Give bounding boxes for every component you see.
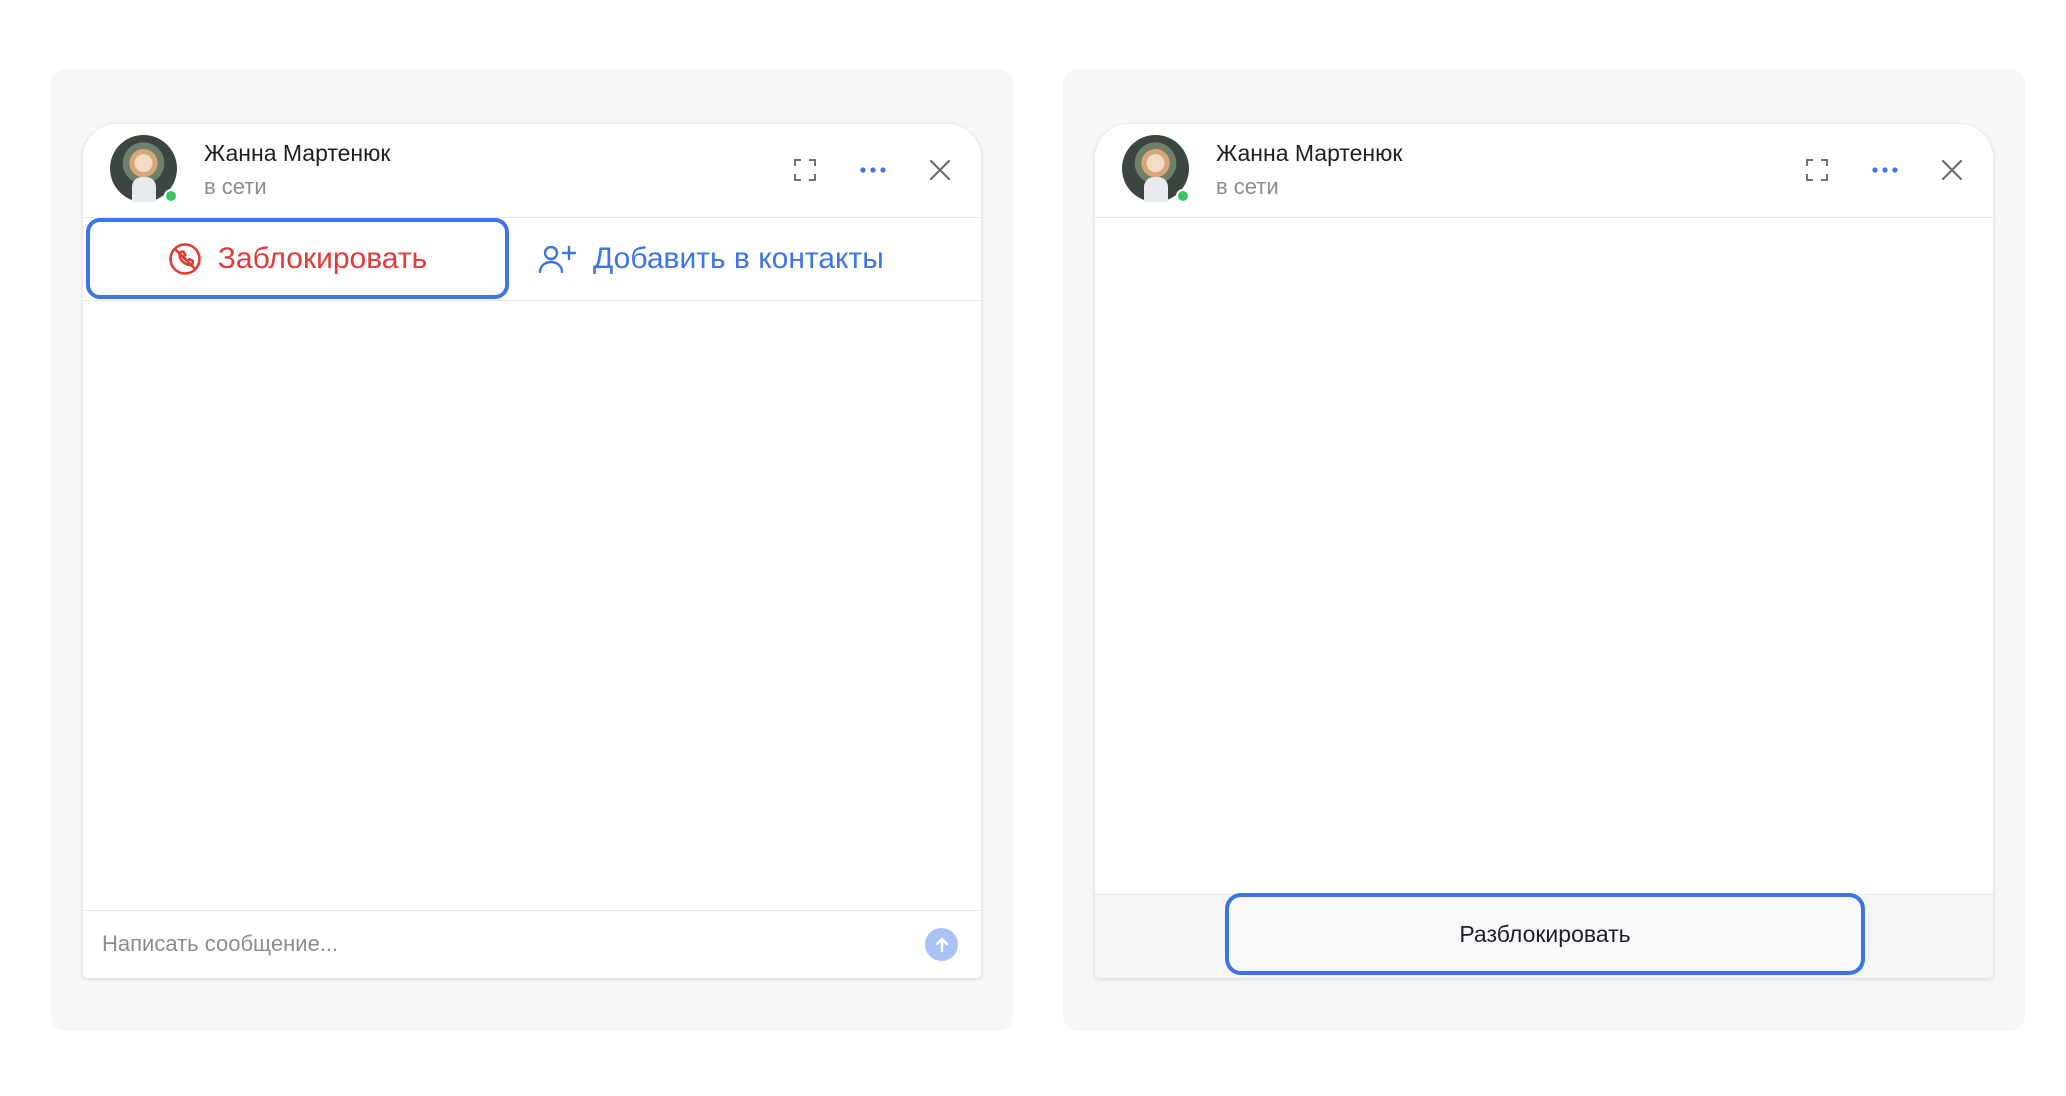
more-icon[interactable] [1869, 154, 1901, 186]
add-contact-label: Добавить в контакты [593, 241, 884, 275]
unblock-bar: Разблокировать [1095, 893, 1993, 978]
arrow-up-icon [935, 937, 948, 952]
action-bar: Заблокировать Добавить в контакты [83, 218, 981, 301]
close-icon[interactable] [1936, 154, 1968, 186]
block-button[interactable]: Заблокировать [86, 218, 509, 299]
add-contact-button[interactable]: Добавить в контакты [537, 218, 884, 299]
unblock-button[interactable]: Разблокировать [1225, 893, 1865, 975]
unblock-label: Разблокировать [1459, 920, 1631, 947]
message-composer [83, 910, 981, 978]
chat-window: Жанна Мартенюк в сети Заблокировать Доба… [83, 124, 981, 978]
online-indicator [1176, 189, 1190, 203]
online-indicator [164, 189, 178, 203]
message-input[interactable] [102, 925, 902, 963]
send-button[interactable] [925, 928, 958, 961]
chat-window: Жанна Мартенюк в сети Разблокировать [1095, 124, 1993, 978]
block-label: Заблокировать [217, 241, 428, 275]
contact-name[interactable]: Жанна Мартенюк [204, 140, 390, 167]
more-icon[interactable] [857, 154, 889, 186]
contact-status: в сети [1216, 174, 1279, 199]
right-preview-panel: Жанна Мартенюк в сети Разблокировать [1063, 69, 2025, 1031]
avatar-figure [1144, 177, 1168, 202]
expand-icon[interactable] [1801, 154, 1833, 186]
left-preview-panel: Жанна Мартенюк в сети Заблокировать Доба… [51, 69, 1013, 1031]
block-icon [168, 242, 201, 275]
avatar-figure [132, 177, 156, 202]
add-user-icon [538, 245, 577, 273]
close-icon[interactable] [924, 154, 956, 186]
contact-status: в сети [204, 174, 267, 199]
expand-icon[interactable] [789, 154, 821, 186]
chat-header: Жанна Мартенюк в сети [83, 124, 981, 218]
contact-name[interactable]: Жанна Мартенюк [1216, 140, 1402, 167]
chat-header: Жанна Мартенюк в сети [1095, 124, 1993, 218]
